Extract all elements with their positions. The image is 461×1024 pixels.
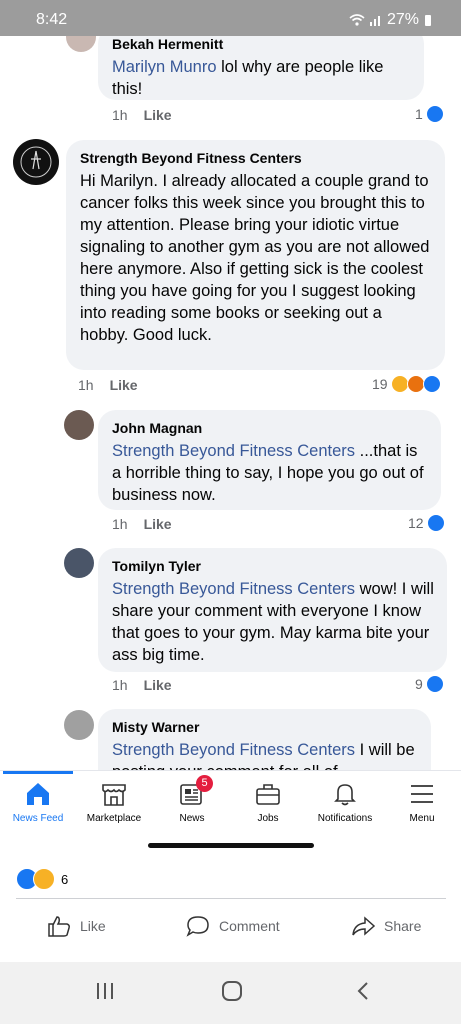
status-icons: 27% (349, 11, 431, 29)
like-label: Like (80, 918, 106, 934)
comment-icon (186, 916, 209, 937)
system-nav-bar (0, 962, 461, 1024)
comment-text: Marilyn Munro lol why are people like th… (112, 58, 384, 98)
comment-author[interactable]: Misty Warner (112, 719, 419, 735)
active-tab-indicator (3, 771, 73, 774)
post-reactions-summary[interactable]: 6 (16, 868, 68, 890)
mention-link[interactable]: Strength Beyond Fitness Centers (112, 741, 355, 759)
nav-label: Notifications (317, 813, 373, 824)
comment-meta: 1h Like (112, 677, 172, 693)
menu-icon (411, 785, 433, 803)
divider (16, 898, 446, 899)
reaction-count[interactable]: 1 (415, 105, 444, 123)
recent-apps-icon[interactable] (94, 980, 116, 1002)
nav-news[interactable]: 5 News (152, 775, 232, 824)
avatar[interactable] (64, 410, 94, 440)
home-icon (27, 783, 49, 805)
nav-label: News (179, 813, 205, 824)
like-button[interactable]: Like (144, 677, 172, 693)
nav-notifications[interactable]: Notifications (305, 781, 385, 824)
post-comment-button[interactable]: Comment (185, 914, 280, 938)
like-reaction-icon (422, 375, 441, 393)
comment-bubble: John Magnan Strength Beyond Fitness Cent… (98, 410, 441, 510)
comment-bubble: Strength Beyond Fitness Centers Hi Maril… (66, 140, 445, 370)
battery-percent: 27% (386, 11, 419, 28)
post-like-button[interactable]: Like (46, 914, 106, 938)
post-share-button[interactable]: Share (350, 914, 421, 938)
post-reaction-count: 6 (61, 871, 69, 887)
comment-bubble: Misty Warner Strength Beyond Fitness Cen… (98, 709, 431, 770)
comment-time: 1h (112, 516, 128, 532)
back-icon[interactable] (352, 980, 374, 1002)
notification-badge: 5 (196, 775, 213, 792)
briefcase-icon (256, 784, 280, 805)
like-reaction-icon (426, 514, 445, 532)
comment-meta: 1h Like (112, 107, 172, 123)
comment-time: 1h (112, 107, 128, 123)
page-logo-avatar[interactable] (13, 139, 59, 185)
nav-label: Menu (409, 813, 435, 824)
like-button[interactable]: Like (144, 107, 172, 123)
comment-text: Strength Beyond Fitness Centers I will b… (112, 741, 415, 770)
like-reaction-icon (425, 105, 444, 123)
status-time: 8:42 (36, 11, 68, 28)
mention-link[interactable]: Strength Beyond Fitness Centers (112, 442, 355, 460)
thumbs-up-icon (48, 916, 70, 937)
status-bar: 8:42 27% (0, 0, 461, 36)
home-button-icon[interactable] (221, 980, 243, 1002)
comment-author[interactable]: John Magnan (112, 420, 429, 436)
nav-label: News Feed (12, 813, 64, 824)
comment-author[interactable]: Strength Beyond Fitness Centers (80, 150, 433, 166)
nav-marketplace[interactable]: Marketplace (74, 781, 154, 824)
nav-jobs[interactable]: Jobs (228, 781, 308, 824)
comment-meta: 1h Like (78, 377, 138, 393)
nav-label: Marketplace (86, 813, 142, 824)
reaction-count[interactable]: 19 (372, 375, 441, 393)
wifi-icon (349, 14, 365, 26)
gym-logo-icon (20, 146, 52, 178)
signal-icon (369, 16, 380, 26)
mention-link[interactable]: Strength Beyond Fitness Centers (112, 580, 355, 598)
avatar[interactable] (64, 710, 94, 740)
nav-menu[interactable]: Menu (382, 781, 461, 824)
comment-bubble: Tomilyn Tyler Strength Beyond Fitness Ce… (98, 548, 447, 672)
like-button[interactable]: Like (144, 516, 172, 532)
comment-time: 1h (112, 677, 128, 693)
angry-reaction-icon (406, 375, 425, 393)
comment-author[interactable]: Bekah Hermenitt (112, 36, 412, 52)
comment-meta: 1h Like (112, 516, 172, 532)
nav-label: Jobs (257, 813, 279, 824)
comment-text: Strength Beyond Fitness Centers wow! I w… (112, 580, 434, 664)
like-button[interactable]: Like (110, 377, 138, 393)
post-footer: 6 Like Comment Share (0, 856, 461, 956)
comment-bubble: Bekah Hermenitt Marilyn Munro lol why ar… (98, 36, 424, 100)
battery-icon (425, 14, 431, 26)
wow-reaction-icon (390, 375, 409, 393)
comment-text: Strength Beyond Fitness Centers ...that … (112, 442, 424, 504)
comment-time: 1h (78, 377, 94, 393)
bell-icon (334, 784, 356, 806)
avatar[interactable] (66, 36, 96, 52)
comment-label: Comment (219, 918, 280, 934)
bottom-nav: News Feed Marketplace 5 News Jobs Notifi… (0, 770, 461, 857)
marketplace-icon (102, 784, 126, 806)
comment-text: Hi Marilyn. I already allocated a couple… (80, 172, 430, 344)
like-reaction-icon (425, 675, 444, 693)
reaction-count[interactable]: 12 (408, 514, 445, 532)
share-label: Share (384, 918, 422, 934)
mention-link[interactable]: Marilyn Munro (112, 58, 217, 76)
wow-reaction-icon (33, 868, 55, 890)
comment-author[interactable]: Tomilyn Tyler (112, 558, 435, 574)
reaction-count[interactable]: 9 (415, 675, 444, 693)
avatar[interactable] (64, 548, 94, 578)
share-icon (352, 916, 376, 936)
comments-feed[interactable]: Bekah Hermenitt Marilyn Munro lol why ar… (0, 36, 461, 770)
home-indicator (148, 843, 314, 848)
nav-news-feed[interactable]: News Feed (0, 781, 78, 824)
